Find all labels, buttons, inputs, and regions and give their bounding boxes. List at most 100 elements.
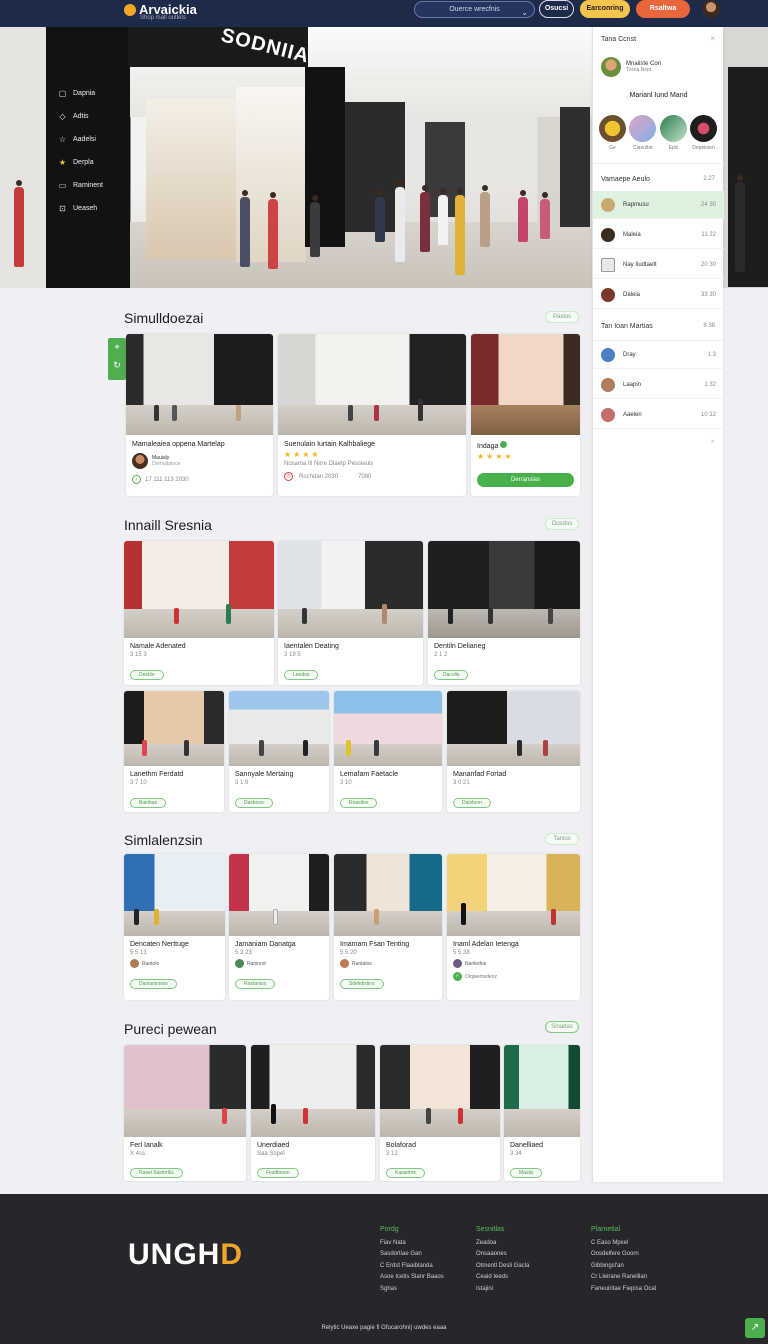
footer-link[interactable]: Ceaid Ieeds	[476, 1272, 529, 1284]
card-tag[interactable]: Riodanios	[235, 979, 276, 989]
store-card[interactable]: Bolaforad 3 12 Kasantos	[380, 1045, 500, 1181]
section-more-button[interactable]: Oosdos	[545, 518, 579, 530]
close-icon[interactable]: ×	[710, 437, 715, 446]
directory-item[interactable]: ▭ Raminent	[58, 174, 128, 197]
card-tag[interactable]: Dacolis	[434, 670, 469, 680]
card-tag[interactable]: Leedos	[284, 670, 319, 680]
section-more-button[interactable]: Paslos	[545, 311, 579, 323]
footer-link[interactable]: C Easo Mpxel	[591, 1238, 656, 1250]
footer-link[interactable]: Asoe Icetis Slanr Baaos	[380, 1272, 444, 1284]
store-card[interactable]: Suenulain Iurtain Kalhbaliege ★★★★ Nosam…	[278, 334, 466, 496]
register-button[interactable]: Rsaltwa	[636, 0, 690, 18]
store-floor	[504, 1109, 580, 1137]
footer-link[interactable]: Otmentl Desli Gacla	[476, 1261, 529, 1273]
login-button[interactable]: Osucsi	[539, 0, 574, 18]
store-card[interactable]: Sannyale Mertaing 3 1 9 Dasbons	[229, 691, 329, 812]
card-tag[interactable]: Dasbons	[235, 798, 273, 808]
panel-list-item[interactable]: Aaelen 10 12	[593, 401, 724, 429]
avatar	[601, 347, 615, 362]
card-tag[interactable]: Oiqiaemsdenz	[465, 974, 497, 980]
footer-link[interactable]: Fiav Nata	[380, 1238, 444, 1250]
card-tag[interactable]: Desblo	[130, 670, 164, 680]
footer-link[interactable]: Gibbingsl'an	[591, 1261, 656, 1273]
card-meta: 3 0 21	[453, 780, 470, 786]
card-title: Lemafam Faetacle	[340, 771, 398, 778]
card-tag[interactable]: Roastlos	[340, 798, 378, 808]
store-floor	[380, 1109, 500, 1137]
store-card[interactable]: Inaml Adelan Ietenga 5 5 38 Nanledos ✓ Oi…	[447, 854, 580, 1000]
store-card[interactable]: Lanethm Ferdatd 3 7 10 Baiobas	[124, 691, 224, 812]
check-icon: ✓	[453, 972, 462, 981]
panel-list-item[interactable]: Maleia 11 22	[593, 221, 724, 249]
card-tag[interactable]: Fesdtooen	[257, 1168, 299, 1178]
card-tag[interactable]: Sdeletistins	[340, 979, 384, 989]
directory-item[interactable]: ◇ Adtis	[58, 105, 128, 128]
section-more-button[interactable]: Sinadas	[545, 1021, 579, 1033]
panel-tile[interactable]: Ge	[599, 115, 626, 151]
card-title: Namale Adenated	[130, 643, 186, 650]
footer-link[interactable]: Onsaaones	[476, 1249, 529, 1261]
store-floor	[124, 1109, 246, 1137]
panel-tile[interactable]: Depeinien	[689, 115, 717, 151]
footer-link[interactable]: Zeadoa	[476, 1238, 529, 1250]
panel-tile[interactable]: Ciaeulbe	[629, 115, 657, 151]
card-tag[interactable]: Kasantos	[386, 1168, 425, 1178]
panel-list-item[interactable]: Laapin 1 32	[593, 371, 724, 399]
directory-item[interactable]: ⊡ Ueaseh	[58, 197, 128, 220]
store-card[interactable]: Mananfad Fortad 3 0 21 Daisborn	[447, 691, 580, 812]
store-card[interactable]: Dentiln Delianeg 2 1 2 Dacolis	[428, 541, 580, 685]
store-card[interactable]: Lemafam Faetacle 3 10 Roastlos	[334, 691, 442, 812]
panel-list-item[interactable]: Nay Iiudtaett 20 30	[593, 251, 724, 279]
store-card[interactable]: Indaga ★★★★ Derranslas	[471, 334, 580, 496]
panel-list-item[interactable]: Rapmusu 24 30	[593, 191, 724, 219]
footer-link[interactable]: C Erdst Flaaiblanda	[380, 1261, 444, 1273]
refresh-icon[interactable]: ↻	[108, 356, 126, 374]
directory-item[interactable]: ▢ Dapnia	[58, 82, 128, 105]
store-floor	[124, 608, 274, 638]
search-input[interactable]: Ouerce wrecfnis ⌄	[414, 1, 535, 18]
footer-link[interactable]: Faneuiritae Fiepisa Ocal	[591, 1284, 656, 1296]
store-card[interactable]: Namale Adenated 3 15 3 Desblo	[124, 541, 274, 685]
store-card[interactable]: Imamam Fsan Tenting 5 5 20 Rantalos Sdel…	[334, 854, 442, 1000]
footer-link[interactable]: Cr Lleirane Ranelilan	[591, 1272, 656, 1284]
divider	[593, 163, 724, 164]
close-icon[interactable]: ×	[710, 34, 715, 43]
rating-stars: ★★★★	[477, 452, 514, 461]
user-avatar[interactable]	[702, 0, 720, 18]
footer-logo[interactable]: UNGHD	[128, 1238, 243, 1272]
external-link-icon[interactable]: ↗	[745, 1318, 765, 1338]
shopper	[303, 1108, 308, 1125]
shopper	[543, 739, 548, 756]
store-card[interactable]: Dencaten Nerttuge 5 5 13 Rantolo Danlani…	[124, 854, 225, 1000]
store-card[interactable]: Unerdiaed Saa Sopel Fesdtooen	[251, 1045, 375, 1181]
card-tag[interactable]: Mastis	[510, 1168, 543, 1178]
store-card[interactable]: Mamaleaiea oppena Martelap Mauialy Derna…	[126, 334, 273, 496]
panel-user[interactable]: Mnaliste Cori Tosna Nept	[601, 57, 661, 77]
directory-item[interactable]: ★ Derpla	[58, 151, 128, 174]
footer-link[interactable]: Sasdortiae Gan	[380, 1249, 444, 1261]
floating-tabs: ⌖ ↻	[108, 338, 126, 380]
card-action-button[interactable]: Derranslas	[477, 473, 574, 487]
card-tag[interactable]: Baiobas	[130, 798, 167, 808]
footer-copyright: Relytic Ueaxe pagie fi Gfucarohni) uwdes…	[321, 1325, 447, 1331]
footer-link[interactable]: Oosdelfere Goorn	[591, 1249, 656, 1261]
footer-link[interactable]: Sghas	[380, 1284, 444, 1296]
card-tag[interactable]: Rasel Sastortlis	[130, 1168, 183, 1178]
panel-tile[interactable]: Epd	[659, 115, 687, 151]
store-floor	[447, 911, 580, 936]
explore-button[interactable]: Earconring	[580, 0, 630, 18]
footer-link[interactable]: Istajini	[476, 1284, 529, 1296]
store-card[interactable]: Ferl Ianalk X 4ss Rasel Sastortlis	[124, 1045, 246, 1181]
location-icon[interactable]: ⌖	[108, 338, 126, 356]
card-title: Lanethm Ferdatd	[130, 771, 184, 778]
store-card[interactable]: Iaentalen Deating 3 19 5 Leedos	[278, 541, 423, 685]
panel-list-item[interactable]: Daleia 33 30	[593, 281, 724, 309]
card-tag[interactable]: Danlaninnios	[130, 979, 177, 989]
panel-list-item[interactable]: Dray 1 3	[593, 341, 724, 369]
store-card[interactable]: Jamaniam Danatga 5 3 23 Raniorol Riodani…	[229, 854, 329, 1000]
directory-item[interactable]: ☆ Aadelsi	[58, 128, 128, 151]
store-card[interactable]: Danelliaed 3 34 Mastis	[504, 1045, 580, 1181]
chevron-down-icon[interactable]: ⌄	[521, 5, 528, 20]
card-tag[interactable]: Daisborn	[453, 798, 492, 808]
section-more-button[interactable]: Tanios	[545, 833, 579, 845]
